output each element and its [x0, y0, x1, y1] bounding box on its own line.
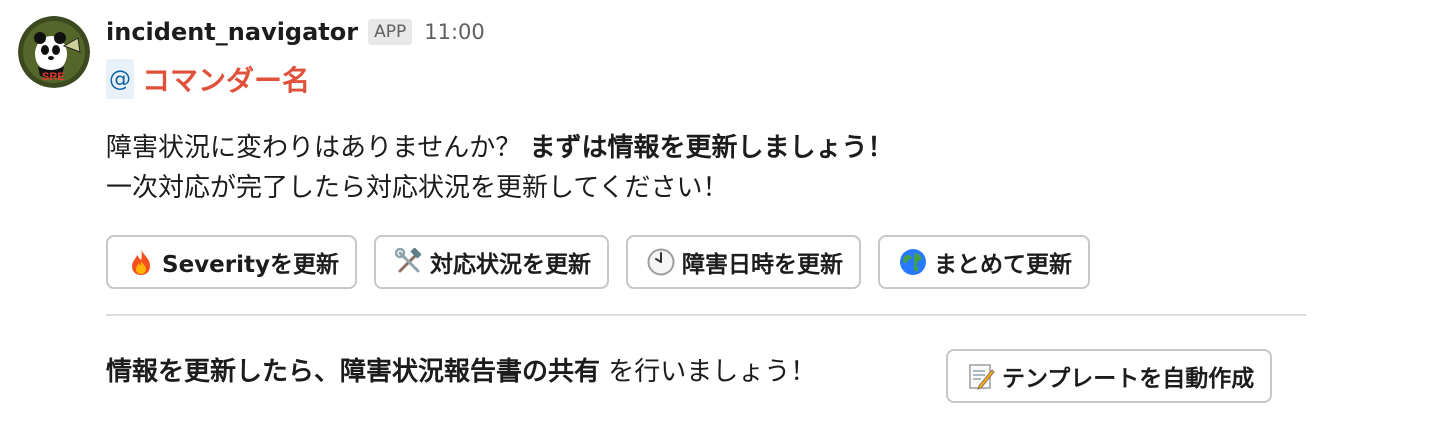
mention-name: コマンダー名	[142, 64, 311, 97]
update-severity-button[interactable]: Severityを更新	[106, 235, 357, 289]
fire-icon	[126, 247, 156, 277]
message-header: incident_navigator APP 11:00	[106, 14, 485, 50]
clock-icon	[646, 247, 676, 277]
body-line-1-normal: 障害状況に変わりはありませんか？	[106, 133, 530, 163]
timestamp[interactable]: 11:00	[424, 20, 485, 44]
app-badge: APP	[368, 19, 413, 45]
divider	[106, 314, 1306, 316]
memo-icon	[966, 361, 996, 391]
update-severity-label: Severityを更新	[162, 252, 339, 278]
message-body: 障害状況に変わりはありませんか？ まずは情報を更新しましょう！ 一次対応が完了し…	[106, 128, 894, 208]
update-all-label: まとめて更新	[933, 252, 1072, 278]
message: SRE incident_navigator APP 11:00 @ コマンダー…	[0, 0, 1454, 432]
update-incident-time-label: 障害日時を更新	[681, 252, 843, 278]
mention: @ コマンダー名	[106, 58, 310, 100]
update-incident-time-button[interactable]: 障害日時を更新	[625, 235, 861, 289]
footer-normal: を行いましょう！	[600, 357, 817, 387]
globe-icon	[898, 247, 928, 277]
action-buttons: Severityを更新 対応状況を更新 障害日時を更新 まとめて更新	[106, 235, 1090, 289]
footer-bold: 情報を更新したら、障害状況報告書の共有	[106, 357, 601, 387]
app-avatar[interactable]: SRE	[18, 16, 90, 88]
body-line-1: 障害状況に変わりはありませんか？ まずは情報を更新しましょう！	[106, 128, 894, 168]
panda-logo-icon: SRE	[18, 16, 90, 88]
auto-create-template-button[interactable]: テンプレートを自動作成	[946, 349, 1273, 403]
update-all-button[interactable]: まとめて更新	[877, 235, 1090, 289]
mention-at-symbol[interactable]: @	[106, 59, 134, 99]
hammer-wrench-icon	[394, 247, 424, 277]
footer-text: 情報を更新したら、障害状況報告書の共有 を行いましょう！	[106, 352, 816, 392]
update-response-status-button[interactable]: 対応状況を更新	[373, 235, 609, 289]
update-response-status-label: 対応状況を更新	[429, 252, 591, 278]
sender-name[interactable]: incident_navigator	[106, 18, 358, 46]
auto-create-template-label: テンプレートを自動作成	[1002, 366, 1255, 392]
svg-text:SRE: SRE	[42, 71, 65, 83]
body-line-2: 一次対応が完了したら対応状況を更新してください！	[106, 173, 729, 203]
body-line-1-bold: まずは情報を更新しましょう！	[529, 133, 894, 163]
